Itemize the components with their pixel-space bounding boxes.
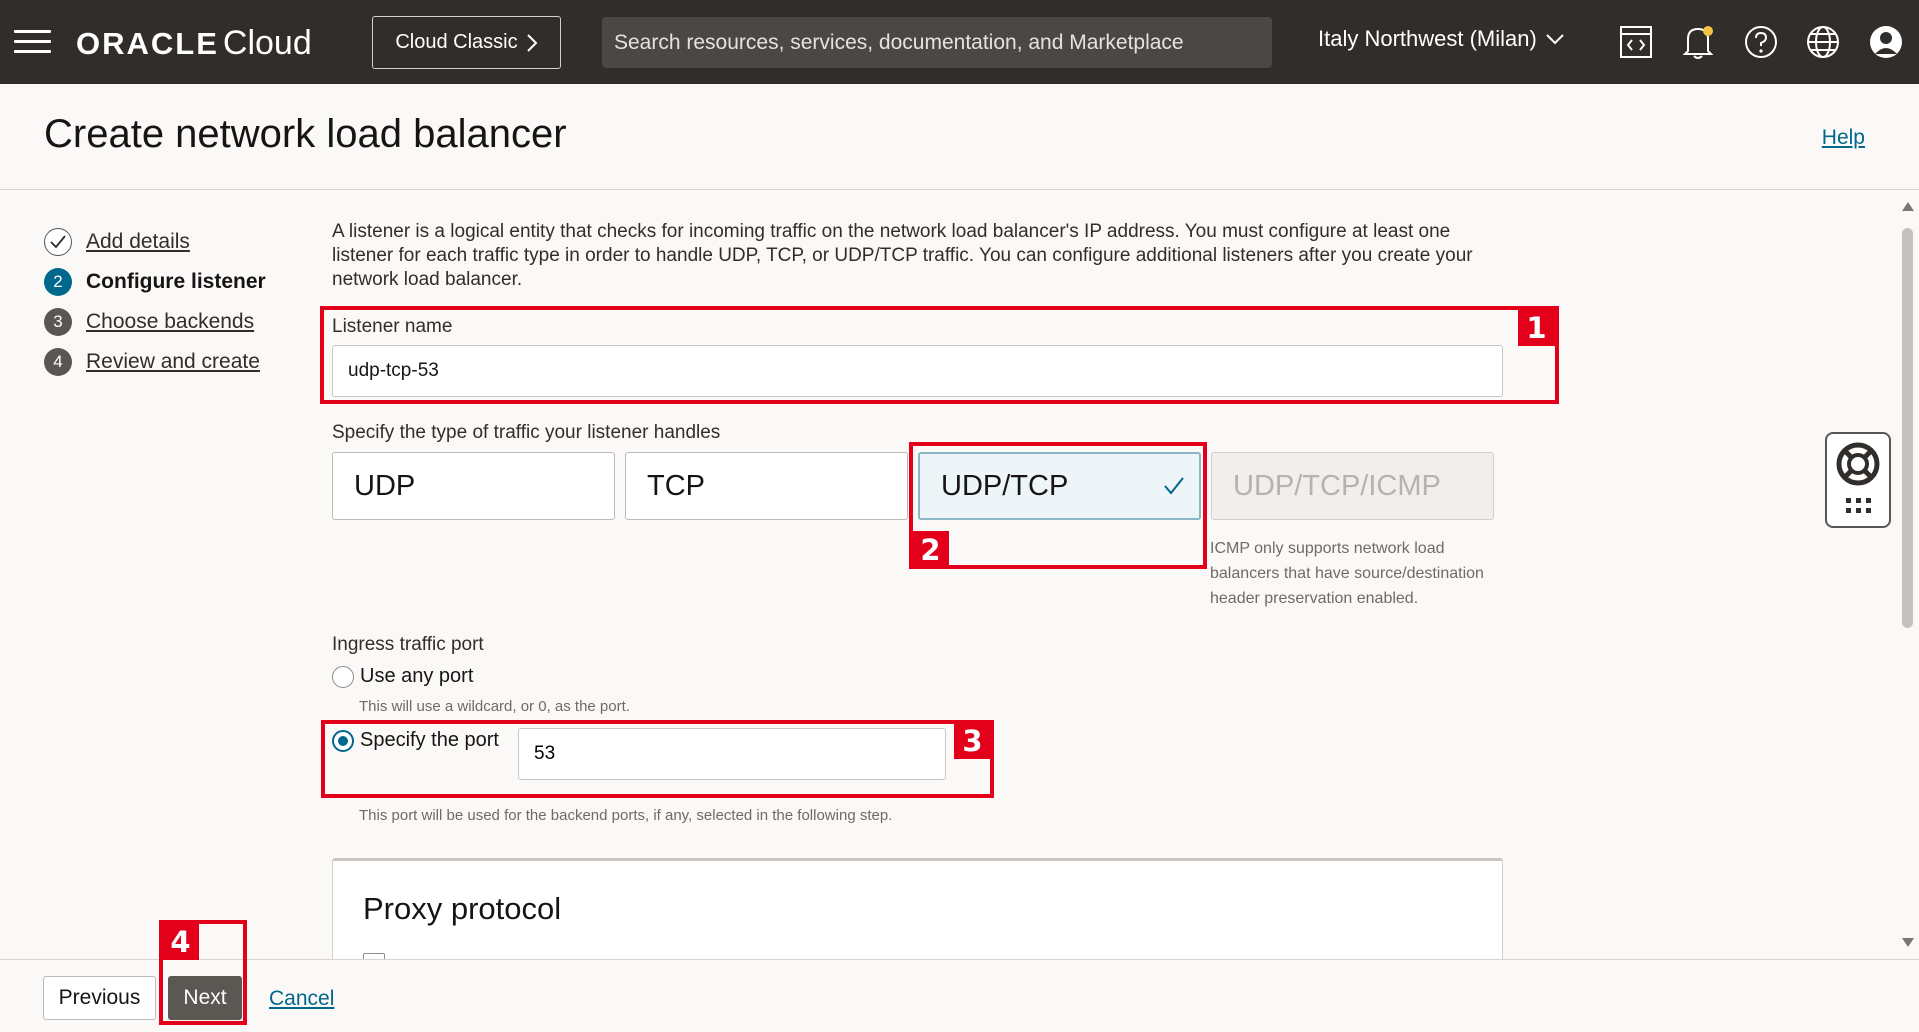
traffic-type-label: Specify the type of traffic your listene…: [332, 422, 721, 443]
scrollbar-thumb[interactable]: [1902, 228, 1913, 628]
tile-label: UDP/TCP: [941, 469, 1069, 502]
step-choose-backends[interactable]: 3 Choose backends: [44, 302, 266, 342]
step-configure-listener: 2 Configure listener: [44, 262, 266, 302]
listener-form: A listener is a logical entity that chec…: [332, 220, 1512, 824]
menu-icon[interactable]: [14, 30, 51, 54]
chevron-down-icon: [1546, 34, 1564, 45]
traffic-type-tcp[interactable]: TCP: [625, 452, 908, 520]
annotation-number: 4: [162, 923, 199, 960]
step-label: Configure listener: [86, 270, 266, 293]
tile-label: UDP/TCP/ICMP: [1233, 469, 1441, 502]
scroll-down-arrow-icon[interactable]: [1902, 938, 1914, 947]
code-editor-icon[interactable]: [1616, 22, 1656, 62]
ingress-port-label: Ingress traffic port: [332, 634, 484, 655]
tile-label: TCP: [647, 469, 705, 502]
step-complete-check-icon: [44, 228, 72, 256]
use-any-port-label[interactable]: Use any port: [360, 665, 473, 688]
traffic-type-udp-tcp[interactable]: UDP/TCP: [918, 452, 1201, 520]
language-globe-icon[interactable]: [1803, 22, 1843, 62]
tile-label: UDP: [354, 469, 416, 502]
listener-name-input[interactable]: [332, 345, 1503, 397]
scroll-up-arrow-icon[interactable]: [1902, 202, 1914, 211]
global-search[interactable]: [602, 17, 1272, 68]
port-help: This port will be used for the backend p…: [359, 807, 893, 824]
traffic-type-udp[interactable]: UDP: [332, 452, 615, 520]
specify-port-label[interactable]: Specify the port: [360, 729, 499, 752]
oracle-cloud-logo[interactable]: ORACLE Cloud: [76, 24, 312, 63]
next-button[interactable]: Next: [168, 976, 242, 1020]
proxy-protocol-title: Proxy protocol: [363, 891, 562, 926]
step-label[interactable]: Review and create: [86, 350, 260, 374]
step-number: 3: [44, 308, 72, 336]
wizard-footer: Previous Next Cancel: [0, 959, 1919, 1032]
cloud-classic-label: Cloud Classic: [395, 31, 518, 53]
search-input[interactable]: [614, 30, 1272, 55]
cloud-classic-button[interactable]: Cloud Classic: [372, 16, 561, 69]
lifebuoy-icon: [1836, 442, 1880, 513]
cancel-link[interactable]: Cancel: [269, 987, 334, 1011]
use-any-port-radio[interactable]: [332, 665, 354, 688]
listener-intro-text: A listener is a logical entity that chec…: [332, 221, 1473, 290]
page-title: Create network load balancer: [44, 112, 567, 156]
wizard-steps: Add details 2 Configure listener 3 Choos…: [44, 222, 266, 382]
help-question-icon[interactable]: [1741, 22, 1781, 62]
use-any-port-option[interactable]: Use any port: [332, 665, 473, 688]
checkmark-icon: [1164, 477, 1184, 495]
traffic-type-udp-tcp-icmp: UDP/TCP/ICMP: [1211, 452, 1494, 520]
previous-button[interactable]: Previous: [43, 976, 156, 1020]
step-label[interactable]: Add details: [86, 230, 190, 254]
icmp-note: ICMP only supports network load balancer…: [1210, 540, 1484, 607]
help-link[interactable]: Help: [1822, 126, 1865, 150]
brand-name: ORACLE: [76, 26, 219, 61]
listener-name-label: Listener name: [332, 316, 453, 337]
annotation-number: 3: [954, 722, 991, 759]
step-review-and-create[interactable]: 4 Review and create: [44, 342, 266, 382]
any-port-help: This will use a wildcard, or 0, as the p…: [359, 698, 630, 715]
annotation-number: 2: [912, 531, 949, 568]
annotation-number: 1: [1518, 309, 1555, 346]
user-profile-icon[interactable]: [1866, 22, 1906, 62]
traffic-type-selector: UDP TCP UDP/TCP UDP/TCP/ICMP: [332, 452, 1494, 520]
help-support-widget[interactable]: [1825, 432, 1891, 528]
step-add-details[interactable]: Add details: [44, 222, 266, 262]
step-label[interactable]: Choose backends: [86, 310, 254, 334]
page-scrollbar[interactable]: [1896, 190, 1919, 959]
port-input[interactable]: [518, 728, 946, 780]
region-selector[interactable]: Italy Northwest (Milan): [1318, 26, 1565, 52]
product-name: Cloud: [222, 24, 312, 62]
notifications-bell-icon[interactable]: [1678, 22, 1718, 62]
step-number: 2: [44, 268, 72, 296]
specify-port-option[interactable]: Specify the port: [332, 729, 499, 752]
chevron-right-icon: [526, 33, 538, 52]
step-number: 4: [44, 348, 72, 376]
region-label: Italy Northwest (Milan): [1318, 26, 1537, 51]
specify-port-radio[interactable]: [332, 729, 354, 752]
top-navigation-bar: ORACLECloud Cloud Classic Italy Northwes…: [0, 0, 1919, 84]
page-header: Create network load balancer Help: [0, 84, 1919, 190]
